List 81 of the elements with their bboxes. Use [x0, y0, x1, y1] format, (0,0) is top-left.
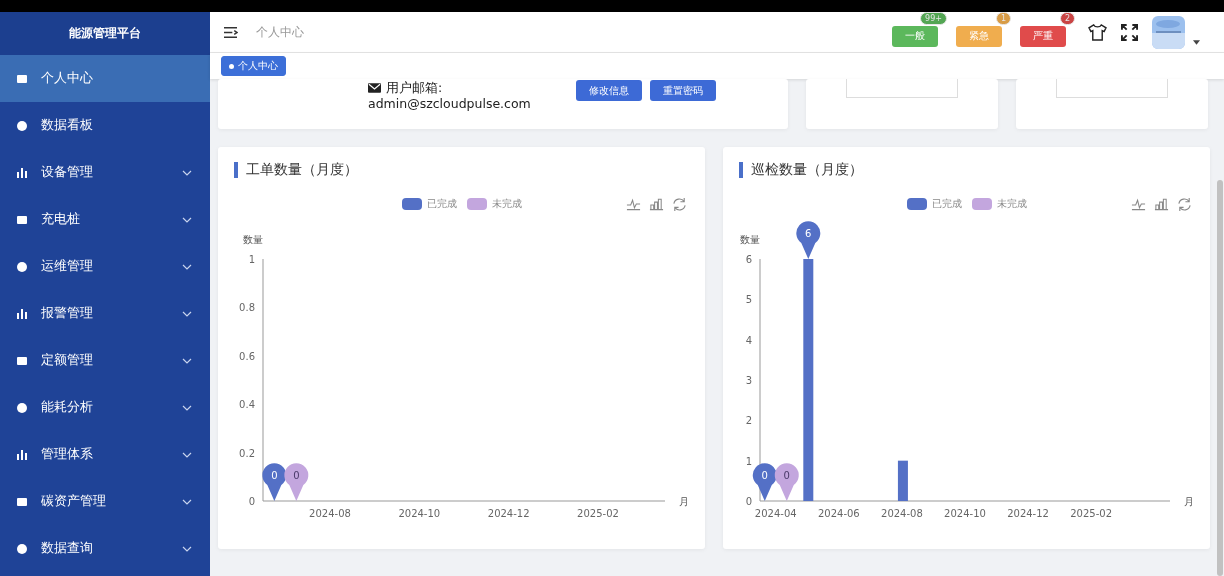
tick-label: 2024-06 — [817, 508, 860, 519]
refresh-icon[interactable] — [672, 197, 687, 212]
email-label: 用户邮箱: — [386, 80, 443, 96]
axis-title: 数量 — [740, 234, 760, 245]
tick-label: 6 — [745, 254, 752, 265]
tick-label: 2024-12 — [1007, 508, 1049, 519]
action-button[interactable]: 修改信息 — [575, 80, 642, 101]
menu-item-icon — [16, 307, 28, 320]
tick-label: 0.4 — [239, 399, 255, 411]
sidebar-item[interactable]: 报警管理 — [0, 290, 210, 337]
tick-label: 2025-02 — [577, 508, 619, 519]
menu-item-icon — [16, 260, 28, 273]
sidebar-item[interactable]: 数据查询 — [0, 525, 210, 572]
tick-label: 0.2 — [239, 447, 255, 459]
value-pin: 0 — [284, 463, 309, 501]
sidebar-item[interactable]: 运维管理 — [0, 243, 210, 290]
tick-label: 0 — [745, 496, 752, 507]
mail-icon — [368, 83, 381, 93]
tick-label: 2024-04 — [754, 508, 797, 519]
value-pin: 0 — [774, 463, 799, 501]
tick-label: 1 — [248, 254, 255, 265]
legend-item[interactable]: 未完成 — [466, 197, 522, 211]
tick-label: 1 — [745, 455, 752, 467]
menu-item-icon — [16, 213, 28, 226]
line-chart-icon[interactable] — [626, 197, 641, 211]
axis-title: 月 — [679, 496, 689, 507]
scrollbar[interactable] — [1217, 180, 1223, 576]
tick-label: 2024-08 — [309, 508, 351, 519]
tick-label: 2024-08 — [881, 508, 923, 519]
alert-button[interactable]: 严重 — [1020, 25, 1066, 47]
tick-label: 2024-10 — [398, 508, 441, 519]
bar-chart-icon[interactable] — [649, 197, 664, 211]
value-pin: 0 — [262, 463, 287, 501]
bar-chart-icon[interactable] — [1154, 197, 1169, 211]
legend-item[interactable]: 已完成 — [906, 197, 962, 211]
menu-item-icon — [16, 542, 28, 555]
axis-title: 月 — [1184, 496, 1194, 507]
chart-title: 巡检数量（月度） — [751, 161, 863, 179]
value-pin: 0 — [752, 463, 777, 501]
sidebar-item[interactable]: 数据看板 — [0, 102, 210, 149]
sidebar-item[interactable]: 充电桩 — [0, 196, 210, 243]
value-pin: 6 — [796, 221, 821, 259]
action-button[interactable]: 重置密码 — [649, 80, 716, 101]
sidebar-item[interactable]: 碳资产管理 — [0, 478, 210, 525]
tick-label: 5 — [745, 294, 752, 306]
chart-title: 工单数量（月度） — [246, 161, 358, 179]
tick-label: 0.8 — [239, 302, 255, 314]
line-chart-icon[interactable] — [1131, 197, 1146, 211]
axis-title: 数量 — [243, 234, 263, 245]
tick-label: 2025-02 — [1070, 508, 1113, 519]
menu-item-icon — [16, 72, 28, 85]
menu-item-icon — [16, 119, 28, 132]
sidebar-item[interactable]: 定额管理 — [0, 337, 210, 384]
app-title: 能源管理平台 — [0, 12, 210, 55]
tick-label: 2024-12 — [487, 508, 530, 519]
menu-item-icon — [16, 401, 28, 414]
bar — [897, 460, 908, 501]
menu-item-icon — [16, 495, 28, 508]
shirt-icon[interactable] — [1088, 23, 1107, 41]
fullscreen-icon[interactable] — [1121, 23, 1138, 41]
tick-label: 0.6 — [239, 350, 255, 362]
menu-icon[interactable] — [223, 25, 238, 39]
legend-item[interactable]: 未完成 — [971, 197, 1027, 211]
sidebar-item[interactable]: 个人中心 — [0, 55, 210, 102]
tick-label: 4 — [745, 334, 752, 346]
tick-label: 3 — [745, 375, 752, 386]
sidebar-item[interactable]: 能耗分析 — [0, 384, 210, 431]
email-value: admin@szcloudpulse.com — [368, 96, 531, 112]
tick-label: 2 — [745, 415, 752, 427]
breadcrumb[interactable]: 个人中心 — [256, 23, 304, 41]
refresh-icon[interactable] — [1177, 197, 1192, 212]
page-tab[interactable]: 个人中心 — [221, 56, 286, 76]
menu-item-icon — [16, 354, 28, 367]
sidebar-item[interactable]: 设备管理 — [0, 149, 210, 196]
caret-icon[interactable] — [1193, 39, 1200, 45]
tick-label: 0 — [248, 496, 255, 507]
menu-item-icon — [16, 448, 28, 461]
sidebar-item[interactable]: 管理体系 — [0, 431, 210, 478]
tick-label: 2024-10 — [944, 508, 986, 519]
legend-item[interactable]: 已完成 — [401, 197, 457, 211]
menu-item-icon — [16, 166, 28, 179]
